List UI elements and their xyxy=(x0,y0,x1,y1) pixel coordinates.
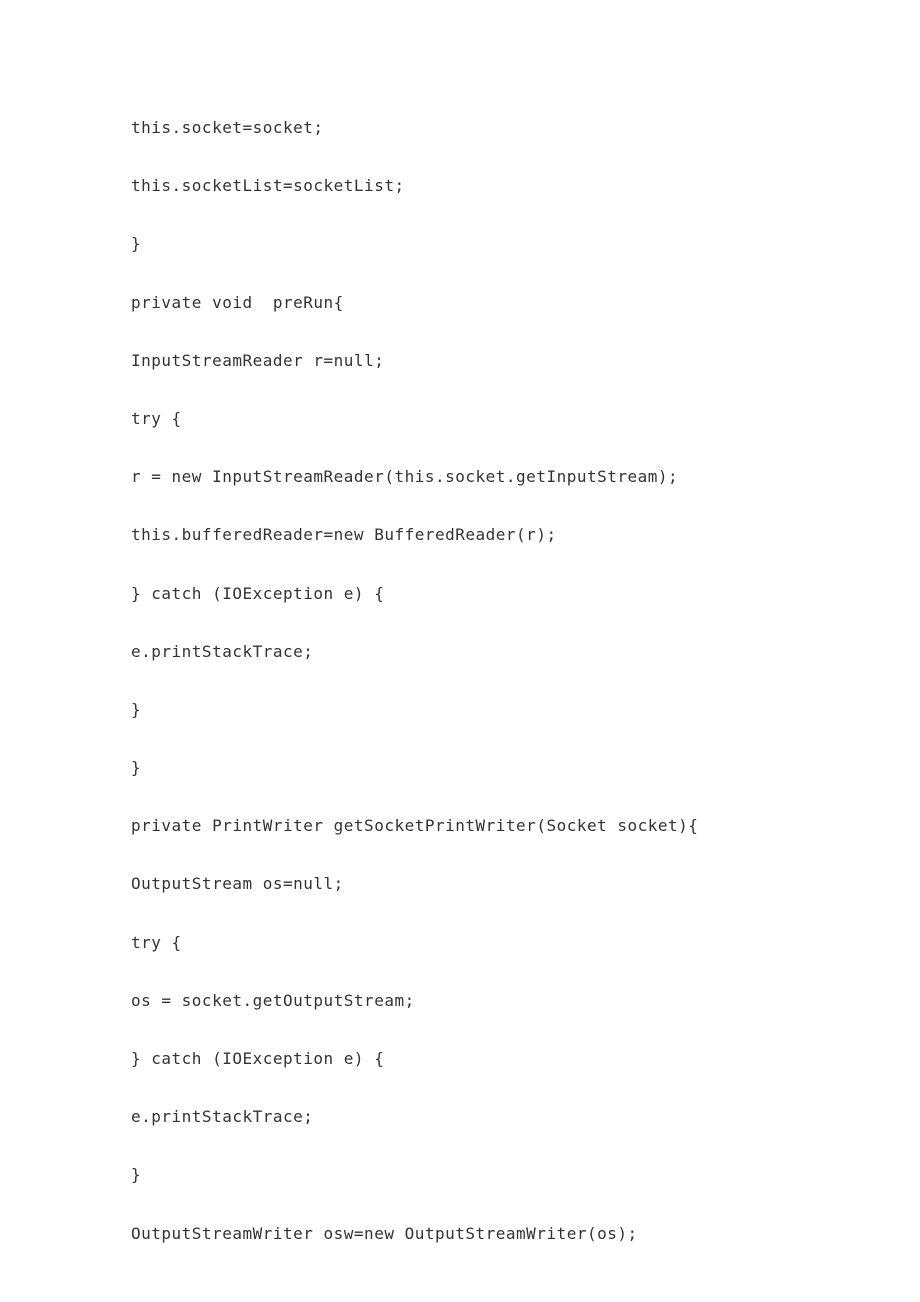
code-line: OutputStreamWriter osw=new OutputStreamW… xyxy=(131,1224,920,1243)
code-line: } catch (IOException e) { xyxy=(131,1049,920,1068)
code-line: try { xyxy=(131,933,920,952)
code-line: } catch (IOException e) { xyxy=(131,584,920,603)
code-line: OutputStream os=null; xyxy=(131,874,920,893)
code-line: this.bufferedReader=new BufferedReader(r… xyxy=(131,525,920,544)
code-line: private void preRun{ xyxy=(131,293,920,312)
code-line: } xyxy=(131,700,920,719)
code-line: e.printStackTrace; xyxy=(131,642,920,661)
document-page: this.socket=socket; this.socketList=sock… xyxy=(0,0,920,1302)
code-line: } xyxy=(131,758,920,777)
code-line: } xyxy=(131,234,920,253)
code-line: } xyxy=(131,1165,920,1184)
code-line: this.socketList=socketList; xyxy=(131,176,920,195)
code-line: this.socket=socket; xyxy=(131,118,920,137)
code-line: InputStreamReader r=null; xyxy=(131,351,920,370)
code-line: e.printStackTrace; xyxy=(131,1107,920,1126)
code-line: os = socket.getOutputStream; xyxy=(131,991,920,1010)
code-line: try { xyxy=(131,409,920,428)
code-line: r = new InputStreamReader(this.socket.ge… xyxy=(131,467,920,486)
code-line: private PrintWriter getSocketPrintWriter… xyxy=(131,816,920,835)
